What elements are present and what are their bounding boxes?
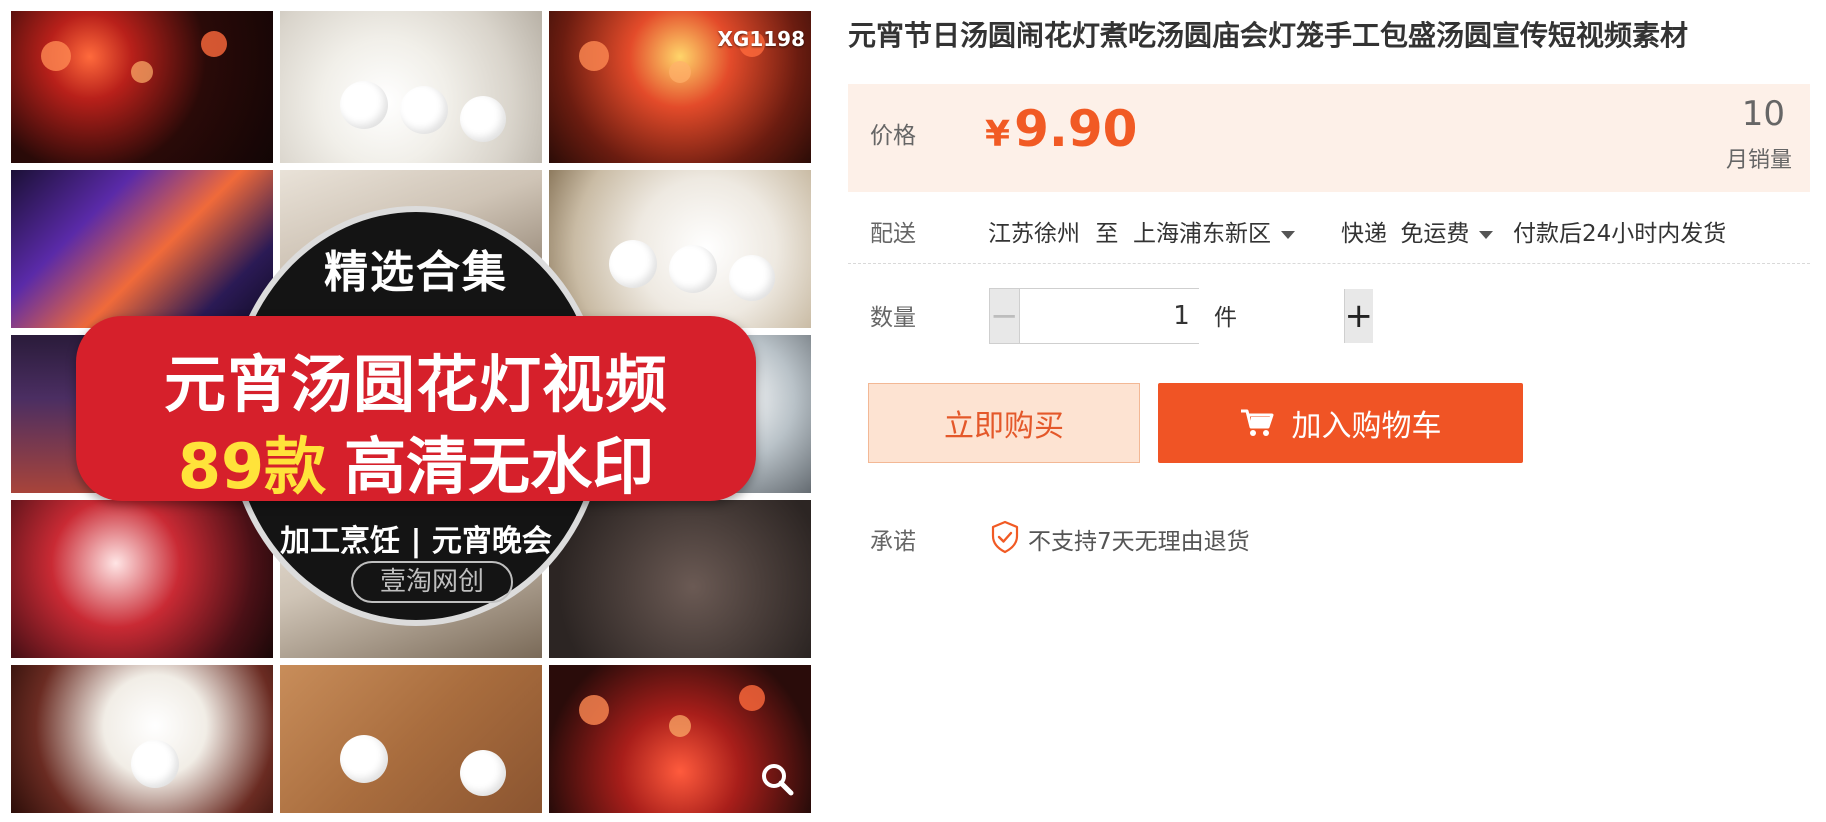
- delivery-origin: 江苏徐州 至: [988, 214, 1118, 248]
- product-title: 元宵节日汤圆闹花灯煮吃汤圆庙会灯笼手工包盛汤圆宣传短视频素材: [848, 19, 1689, 52]
- overlay-stamp: 壹淘网创: [351, 561, 513, 603]
- collage-tile-dumplings: [280, 11, 542, 163]
- shipping-method-select[interactable]: 快递 免运费: [1341, 214, 1494, 248]
- quantity-row: 数量 − + 件: [848, 284, 1810, 346]
- dispatch-note: 付款后24小时内发货: [1513, 221, 1727, 247]
- overlay-red-banner: 元宵汤圆花灯视频 89款 高清无水印: [76, 316, 756, 503]
- buy-now-button[interactable]: 立即购买: [868, 383, 1140, 463]
- banner-line-2: 89款 高清无水印: [76, 416, 756, 506]
- promise-label: 承诺: [870, 529, 916, 555]
- collage-tile-bowl: [11, 665, 273, 813]
- collage-tile-wood-board: [280, 665, 542, 813]
- quantity-stepper: − +: [989, 288, 1373, 344]
- chevron-down-icon: [1479, 230, 1494, 239]
- quantity-input[interactable]: [1018, 289, 1345, 343]
- add-to-cart-label: 加入购物车: [1291, 409, 1442, 444]
- banner-line-2-text: 高清无水印: [344, 430, 655, 503]
- shield-check-icon: [991, 520, 1019, 554]
- destination-value: 上海浦东新区: [1133, 221, 1271, 247]
- cart-icon: [1240, 409, 1273, 436]
- price-value: ¥9.90: [985, 100, 1137, 158]
- banner-count: 89款: [177, 430, 327, 503]
- promise-row: 承诺 不支持7天无理由退货: [848, 520, 1810, 560]
- chevron-down-icon: [1281, 230, 1295, 239]
- quantity-label: 数量: [870, 305, 916, 331]
- increase-button[interactable]: +: [1344, 289, 1373, 343]
- decrease-button[interactable]: −: [990, 289, 1019, 343]
- monthly-sales-label: 月销量: [1725, 148, 1792, 173]
- add-to-cart-button[interactable]: 加入购物车: [1158, 383, 1523, 463]
- origin-city: 江苏徐州: [988, 221, 1080, 247]
- image-overlay: 精选合集 元宵汤圆花灯视频 89款 高清无水印 加工烹饪 | 元宵晚会 壹淘网创: [76, 206, 756, 626]
- overlay-subtitle: 加工烹饪 | 元宵晚会: [280, 524, 552, 559]
- shipping-method: 快递: [1341, 221, 1387, 247]
- to-word: 至: [1095, 221, 1119, 247]
- price-label: 价格: [870, 123, 916, 149]
- magnifier-icon[interactable]: [759, 761, 795, 797]
- price-amount: 9.90: [1014, 100, 1138, 158]
- product-detail-page: XG1198 精选合集 元宵汤圆花灯视频 89款 高清无水印 加工烹饪 | 元宵晚…: [0, 0, 1826, 822]
- price-panel: 价格 ¥9.90 10 月销量: [848, 84, 1810, 192]
- promise-text: 不支持7天无理由退货: [1028, 529, 1250, 555]
- quantity-unit: 件: [1214, 305, 1237, 331]
- shipping-fee: 免运费: [1400, 221, 1470, 247]
- collage-tile-lantern-street: [11, 11, 273, 163]
- monthly-sales-count: 10: [1741, 94, 1785, 134]
- currency-symbol: ¥: [985, 114, 1011, 155]
- buy-now-label: 立即购买: [944, 409, 1064, 444]
- destination-select[interactable]: 上海浦东新区: [1133, 214, 1295, 248]
- overlay-top-text: 精选合集: [324, 247, 508, 298]
- banner-line-1: 元宵汤圆花灯视频: [163, 348, 668, 421]
- delivery-label: 配送: [870, 221, 916, 247]
- image-code-tag: XG1198: [717, 27, 806, 51]
- product-main-image[interactable]: XG1198 精选合集 元宵汤圆花灯视频 89款 高清无水印 加工烹饪 | 元宵晚…: [11, 11, 813, 813]
- delivery-row: 配送 江苏徐州 至 上海浦东新区 快递 免运费 付款后24小时内发货: [848, 198, 1810, 264]
